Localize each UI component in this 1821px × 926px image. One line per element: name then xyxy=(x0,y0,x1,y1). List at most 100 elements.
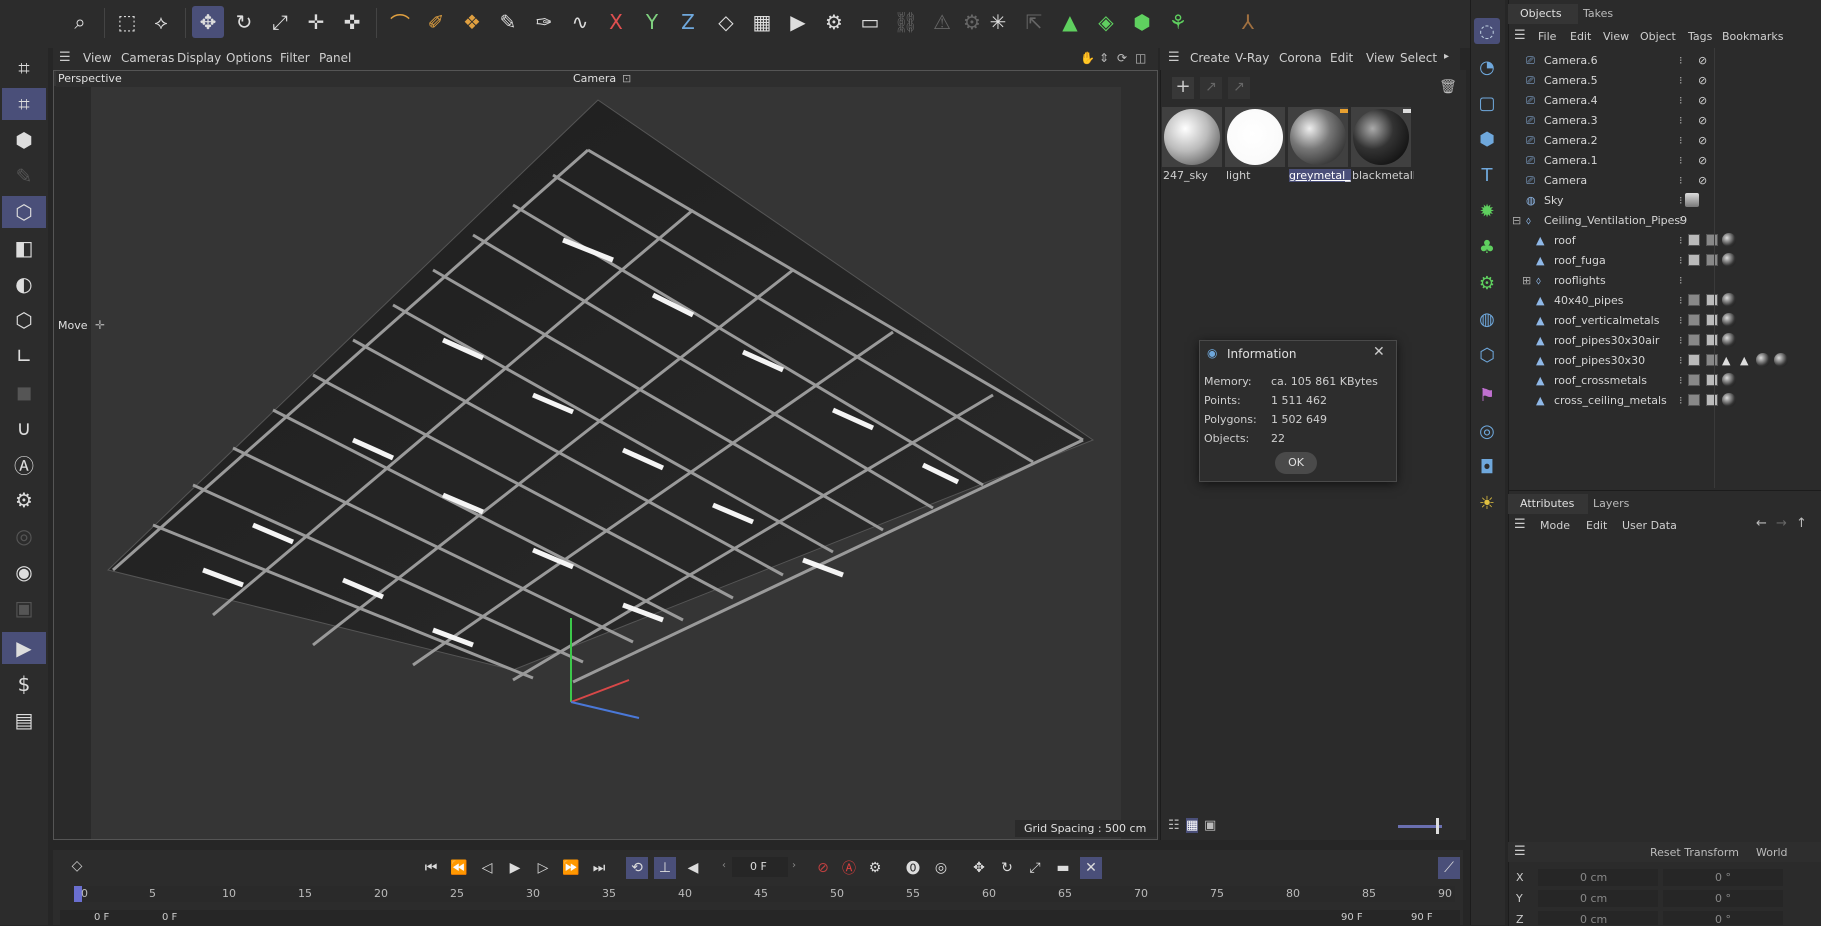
selection-tag-2-icon[interactable]: ▲ xyxy=(1740,354,1748,367)
material-tag-2-icon[interactable] xyxy=(1774,353,1788,367)
object-row[interactable]: ⎚ Camera.5 ⁝ ⊘ xyxy=(1508,71,1821,91)
object-row[interactable]: ▲ roof_pipes30x30air ⁝ xyxy=(1508,331,1821,351)
phong-tag-icon[interactable] xyxy=(1706,294,1718,306)
material-tag-icon[interactable] xyxy=(1722,373,1736,387)
link-icon[interactable]: ⛓ xyxy=(890,6,922,38)
end-frame-field[interactable]: 90 F xyxy=(1411,912,1433,923)
render-view-icon[interactable]: ▶ xyxy=(2,632,46,664)
visibility-dots-icon[interactable]: ⁝ xyxy=(1679,394,1683,407)
rot-y-field[interactable]: 0 ° xyxy=(1663,890,1783,907)
phong-tag-icon[interactable] xyxy=(1688,354,1700,366)
object-row[interactable]: ⎚ Camera ⁝ ⊘ xyxy=(1508,171,1821,191)
target-tag-icon[interactable]: ⊘ xyxy=(1698,74,1707,87)
cube-icon[interactable]: ⬢ xyxy=(1126,6,1158,38)
mat-menu-select[interactable]: Select xyxy=(1400,51,1437,65)
scale-icon[interactable]: ⤢ xyxy=(264,6,296,38)
grid-view-icon[interactable]: ▦ xyxy=(1186,818,1199,833)
menu-cameras[interactable]: Cameras xyxy=(121,51,174,65)
z-axis-icon[interactable]: Z xyxy=(672,6,704,38)
particles-icon[interactable]: ✳ xyxy=(982,6,1014,38)
object-row[interactable]: ⊞ ⬨ rooflights ⁝ xyxy=(1508,271,1821,291)
text-icon[interactable]: Ⓐ xyxy=(2,448,46,480)
object-row[interactable]: ◍ Sky ⁝ xyxy=(1508,191,1821,211)
sound-icon[interactable]: ◀ xyxy=(682,857,704,879)
mat-menu-vray[interactable]: V-Ray xyxy=(1235,51,1269,65)
point-mode-icon[interactable]: ◧ xyxy=(2,232,46,264)
lasso-icon[interactable]: ◔ xyxy=(1474,54,1500,80)
reset-transform-button[interactable]: Reset Transform xyxy=(1650,846,1739,859)
current-frame-field[interactable]: 0 F xyxy=(732,857,788,877)
position-key-icon[interactable]: ✥ xyxy=(968,857,990,879)
more-arrow-icon[interactable]: ▸ xyxy=(1444,51,1449,62)
attributes-hamburger-icon[interactable]: ☰ xyxy=(1514,517,1526,532)
x-axis-icon[interactable]: X xyxy=(600,6,632,38)
texture-mode-icon[interactable]: ✎ xyxy=(2,160,46,192)
forward-arrow-icon[interactable]: → xyxy=(1776,516,1787,531)
material-tag-icon[interactable] xyxy=(1722,233,1736,247)
polygon-mode-icon[interactable]: ⬡ xyxy=(2,304,46,336)
frame-inc-icon[interactable]: › xyxy=(792,860,796,871)
obj-menu-edit[interactable]: Edit xyxy=(1570,30,1591,43)
maximize-view-icon[interactable]: ◫ xyxy=(1135,51,1146,65)
visibility-dots-icon[interactable]: ⁝ xyxy=(1679,254,1683,267)
back-arrow-icon[interactable]: ← xyxy=(1756,516,1767,531)
object-mode-icon[interactable]: ⬡ xyxy=(2,196,46,228)
model-mode-icon[interactable]: ⬢ xyxy=(2,124,46,156)
object-row[interactable]: ⎚ Camera.2 ⁝ ⊘ xyxy=(1508,131,1821,151)
phong-tag-icon[interactable] xyxy=(1706,314,1718,326)
material-swatch-light[interactable] xyxy=(1225,107,1285,167)
material-tag-icon[interactable] xyxy=(1756,353,1770,367)
coords-hamburger-icon[interactable]: ☰ xyxy=(1514,844,1526,859)
material-swatch-247-sky[interactable] xyxy=(1162,107,1222,167)
effector-icon[interactable]: ⚙ xyxy=(1474,270,1500,296)
render-settings-icon[interactable]: ⚙ xyxy=(818,6,850,38)
next-key-icon[interactable]: ⏩ xyxy=(560,857,582,879)
obj-menu-file[interactable]: File xyxy=(1538,30,1556,43)
solo-icon[interactable]: ◼ xyxy=(2,376,46,408)
grid-icon[interactable]: ⌗ xyxy=(2,52,46,84)
clapper-icon[interactable]: ▣ xyxy=(2,592,46,624)
pos-y-field[interactable]: 0 cm xyxy=(1538,890,1658,907)
target-tag-icon[interactable]: ⊘ xyxy=(1698,114,1707,127)
move-icon[interactable]: ✥ xyxy=(192,6,224,38)
object-row[interactable]: ⎚ Camera.6 ⁝ ⊘ xyxy=(1508,51,1821,71)
blank-icon[interactable] xyxy=(1198,6,1230,38)
render-active-view-icon[interactable]: ▶ xyxy=(782,6,814,38)
pla-key-icon[interactable]: ✕ xyxy=(1080,857,1102,879)
target-tag-icon[interactable]: ⊘ xyxy=(1698,134,1707,147)
select-icon[interactable]: ⬚ xyxy=(111,6,143,38)
eye-icon[interactable]: ◉ xyxy=(2,556,46,588)
visibility-dots-icon[interactable]: ⁝ xyxy=(1679,354,1683,367)
param-key-icon[interactable]: ▬ xyxy=(1052,857,1074,879)
attr-menu-mode[interactable]: Mode xyxy=(1540,519,1570,532)
large-view-icon[interactable]: ▣ xyxy=(1204,818,1216,833)
target-tag-icon[interactable]: ⊘ xyxy=(1698,94,1707,107)
square-icon[interactable]: ▢ xyxy=(1474,90,1500,116)
object-row[interactable]: ⎚ Camera.1 ⁝ ⊘ xyxy=(1508,151,1821,171)
orbit-icon[interactable]: ⟳ xyxy=(1117,51,1127,65)
visibility-dots-icon[interactable]: ⁝ xyxy=(1679,214,1683,227)
obj-menu-tags[interactable]: Tags xyxy=(1688,30,1712,43)
pos-x-field[interactable]: 0 cm xyxy=(1538,869,1658,886)
material-swatch-blackmetal[interactable] xyxy=(1351,107,1411,167)
mat-menu-edit[interactable]: Edit xyxy=(1330,51,1353,65)
ok-button[interactable]: OK xyxy=(1275,452,1317,474)
menu-view[interactable]: View xyxy=(83,51,111,65)
object-row[interactable]: ▲ 40x40_pipes ⁝ xyxy=(1508,291,1821,311)
play-icon[interactable]: ▶ xyxy=(504,857,526,879)
menu-options[interactable]: Options xyxy=(226,51,272,65)
visibility-dots-icon[interactable]: ⁝ xyxy=(1679,134,1683,147)
export-icon[interactable]: ⇱ xyxy=(1018,6,1050,38)
text-spline-icon[interactable]: T xyxy=(1474,162,1500,188)
camera-object-icon[interactable]: ◘ xyxy=(1474,454,1500,480)
spline-pen-icon[interactable]: ⌒ xyxy=(384,6,416,38)
material-tag-icon[interactable] xyxy=(1722,293,1736,307)
keyframe-selection-icon[interactable]: ⓿ xyxy=(902,857,924,879)
mat-menu-create[interactable]: Create xyxy=(1190,51,1230,65)
range-start-label[interactable]: 0 F xyxy=(162,912,177,923)
keyframe-icon[interactable]: ◇ xyxy=(68,858,86,876)
target-tag-icon[interactable]: ⊘ xyxy=(1698,154,1707,167)
warning-icon[interactable]: ⚠ xyxy=(926,6,958,38)
uvw-tag-icon[interactable] xyxy=(1706,354,1718,366)
object-row[interactable]: ▲ roof_pipes30x30 ⁝ ▲ ▲ xyxy=(1508,351,1821,371)
